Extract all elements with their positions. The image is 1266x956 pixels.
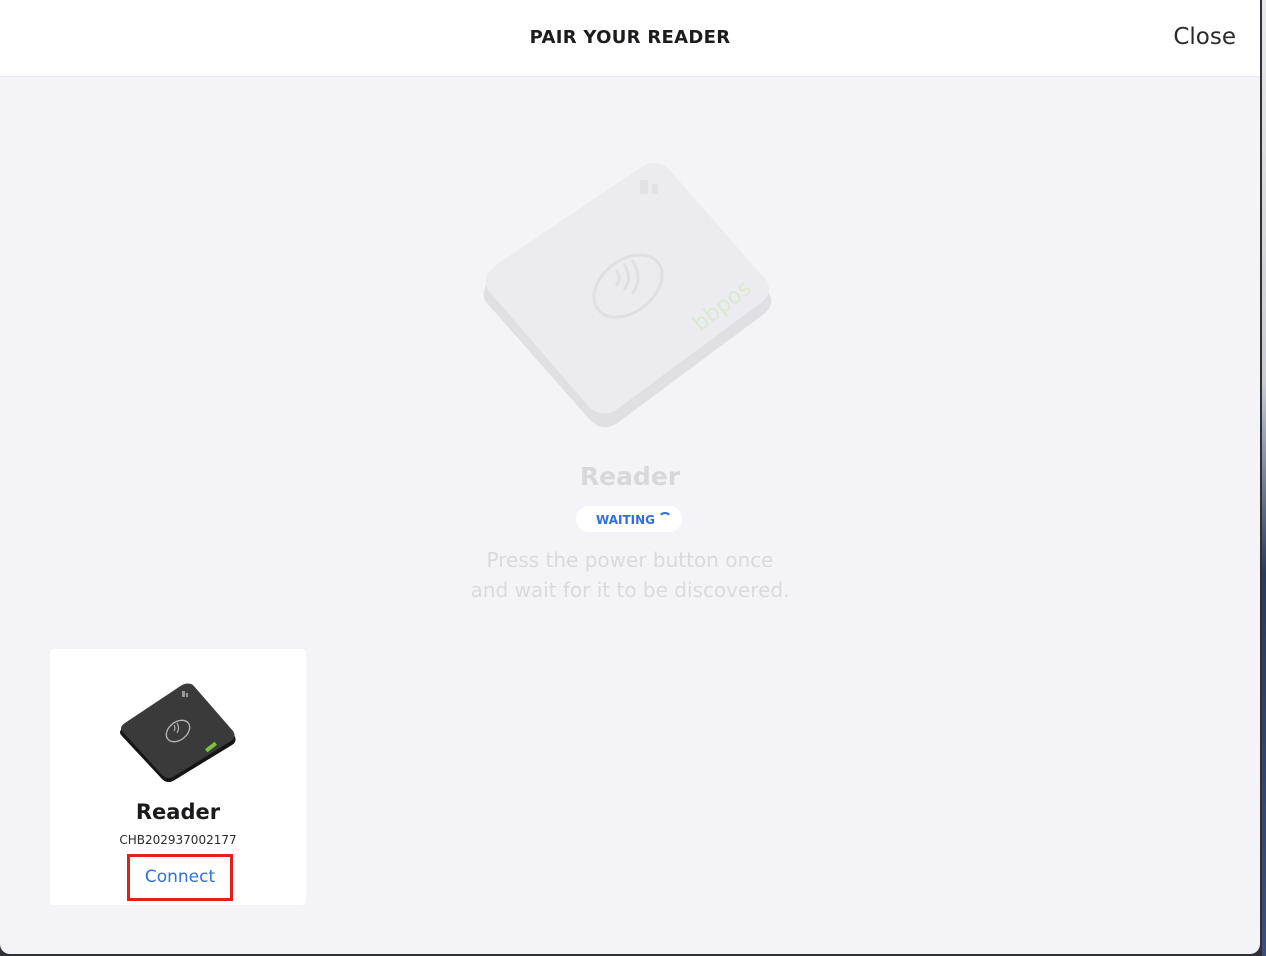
modal-header: PAIR YOUR READER Close [0,0,1260,77]
status-badge: WAITING [576,506,682,532]
reader-serial-number: CHB202937002177 [119,833,237,847]
background-window-edge [1262,0,1266,956]
pairing-instructions: Press the power button once and wait for… [0,545,1260,605]
connect-highlight-box: Connect [127,854,233,901]
pair-reader-modal: PAIR YOUR READER Close bbpos Reader WAIT… [0,0,1260,954]
card-reader-icon [120,683,236,783]
discovery-device-name: Reader [579,462,681,491]
instructions-line-2: and wait for it to be discovered. [470,578,790,602]
reader-name: Reader [135,800,221,824]
card-reader-icon: bbpos [483,162,772,428]
close-button[interactable]: Close [1173,24,1236,50]
status-text: WAITING [596,513,655,527]
instructions-line-1: Press the power button once [486,548,774,572]
connect-button[interactable]: Connect [130,867,230,887]
loading-spinner-icon [658,512,672,526]
modal-title: PAIR YOUR READER [529,27,731,48]
found-reader-card: Reader CHB202937002177 Connect [50,649,306,905]
